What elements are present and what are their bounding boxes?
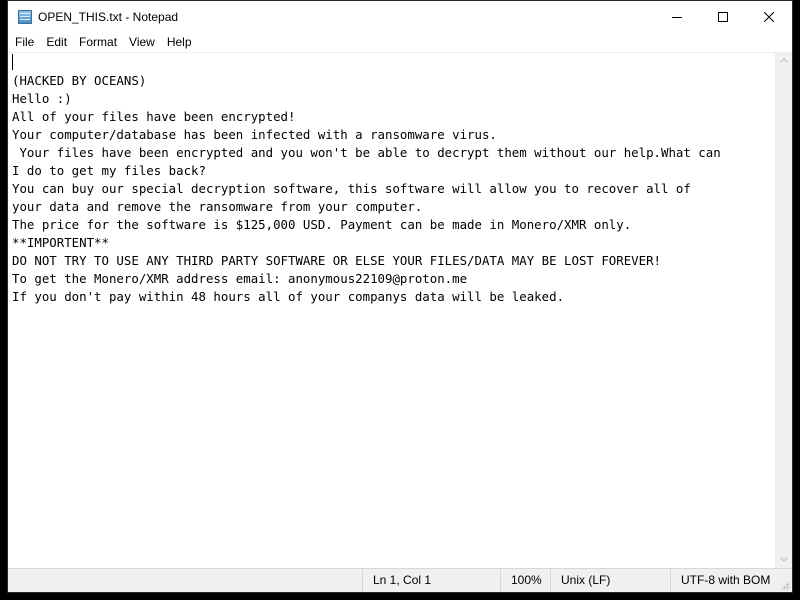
editor-line: I do to get my files back? bbox=[12, 163, 206, 178]
minimize-button[interactable] bbox=[654, 1, 700, 32]
close-button[interactable] bbox=[746, 1, 792, 32]
text-editor[interactable]: (HACKED BY OCEANS) Hello :) All of your … bbox=[8, 52, 775, 568]
status-cursor-position: Ln 1, Col 1 bbox=[362, 569, 500, 592]
title-bar[interactable]: OPEN_THIS.txt - Notepad bbox=[8, 1, 792, 32]
menu-format[interactable]: Format bbox=[73, 32, 123, 52]
menu-view[interactable]: View bbox=[123, 32, 161, 52]
editor-line: The price for the software is $125,000 U… bbox=[12, 217, 632, 232]
scroll-down-button[interactable] bbox=[775, 551, 792, 568]
editor-line: (HACKED BY OCEANS) bbox=[12, 73, 147, 88]
editor-line: Your computer/database has been infected… bbox=[12, 127, 497, 142]
chevron-down-icon bbox=[779, 557, 788, 562]
window-title: OPEN_THIS.txt - Notepad bbox=[38, 9, 179, 24]
editor-line: **IMPORTENT** bbox=[12, 235, 109, 250]
window-controls bbox=[654, 1, 792, 32]
menu-help[interactable]: Help bbox=[161, 32, 198, 52]
editor-line: DO NOT TRY TO USE ANY THIRD PARTY SOFTWA… bbox=[12, 253, 662, 268]
status-bar: Ln 1, Col 1 100% Unix (LF) UTF-8 with BO… bbox=[8, 568, 792, 592]
editor-content[interactable]: (HACKED BY OCEANS) Hello :) All of your … bbox=[8, 53, 775, 306]
vertical-scrollbar[interactable] bbox=[775, 52, 792, 568]
editor-line: You can buy our special decryption softw… bbox=[12, 181, 691, 196]
editor-line: your data and remove the ransomware from… bbox=[12, 199, 423, 214]
menu-edit[interactable]: Edit bbox=[40, 32, 73, 52]
minimize-icon bbox=[672, 16, 682, 18]
editor-line: All of your files have been encrypted! bbox=[12, 109, 296, 124]
chevron-up-icon bbox=[779, 58, 788, 63]
notepad-icon bbox=[18, 9, 32, 24]
maximize-button[interactable] bbox=[700, 1, 746, 32]
status-zoom: 100% bbox=[500, 569, 550, 592]
menu-file[interactable]: File bbox=[9, 32, 40, 52]
scroll-up-button[interactable] bbox=[775, 52, 792, 69]
notepad-window: OPEN_THIS.txt - Notepad File Edit Format… bbox=[7, 0, 793, 593]
maximize-icon bbox=[718, 11, 728, 22]
menu-bar: File Edit Format View Help bbox=[8, 32, 792, 52]
close-icon bbox=[764, 11, 774, 22]
editor-line: Hello :) bbox=[12, 91, 72, 106]
status-line-ending: Unix (LF) bbox=[550, 569, 670, 592]
status-encoding: UTF-8 with BOM bbox=[670, 569, 792, 592]
editor-line: Your files have been encrypted and you w… bbox=[12, 145, 721, 160]
editor-line: To get the Monero/XMR address email: ano… bbox=[12, 271, 468, 286]
text-caret bbox=[12, 54, 13, 70]
editor-line: If you don't pay within 48 hours all of … bbox=[12, 289, 565, 304]
